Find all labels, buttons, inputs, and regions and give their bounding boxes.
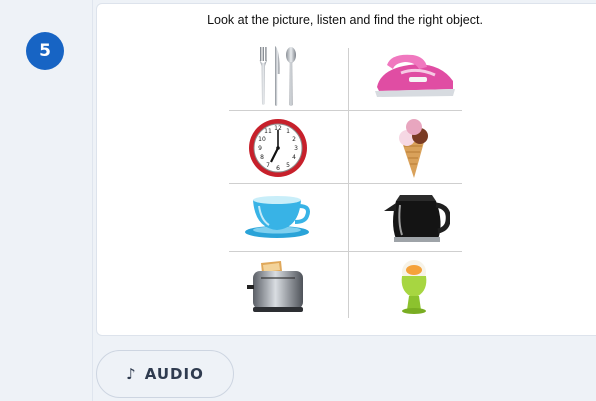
audio-button-label: AUDIO <box>144 365 204 383</box>
object-cutlery[interactable] <box>223 44 333 108</box>
boiled-egg-icon <box>401 260 427 314</box>
audio-button[interactable]: ♪ AUDIO <box>96 350 234 398</box>
instruction-text: Look at the picture, listen and find the… <box>207 13 483 27</box>
object-clock[interactable]: 12 1 2 345 678 9 10 11 <box>223 116 333 180</box>
grid-divider-row-1 <box>229 110 462 111</box>
toaster-icon <box>247 261 303 312</box>
svg-text:2: 2 <box>292 136 296 143</box>
object-boiled-egg[interactable] <box>359 254 469 318</box>
svg-text:9: 9 <box>258 145 262 152</box>
cutlery-icon <box>259 46 296 106</box>
svg-text:1: 1 <box>286 128 290 135</box>
music-note-icon: ♪ <box>126 365 137 383</box>
teacup-icon <box>245 196 310 238</box>
svg-text:4: 4 <box>292 154 296 161</box>
object-teacup[interactable] <box>223 185 333 249</box>
question-rail: 5 <box>0 0 93 401</box>
question-number-badge: 5 <box>26 32 64 70</box>
svg-text:8: 8 <box>260 154 264 161</box>
svg-text:7: 7 <box>266 162 270 169</box>
object-toaster[interactable] <box>223 254 333 318</box>
question-card: Look at the picture, listen and find the… <box>96 3 596 336</box>
clock-icon: 12 12 345 678 91011 <box>249 119 307 177</box>
svg-text:11: 11 <box>264 128 272 135</box>
svg-text:5: 5 <box>286 162 290 169</box>
svg-text:3: 3 <box>294 145 298 152</box>
coffee-pot-icon <box>384 195 450 242</box>
svg-text:10: 10 <box>258 136 266 143</box>
object-coffee-pot[interactable] <box>359 185 469 249</box>
object-iron[interactable] <box>359 44 469 108</box>
ice-cream-icon <box>399 119 428 178</box>
grid-divider-row-2 <box>229 183 462 184</box>
svg-text:6: 6 <box>276 165 280 172</box>
object-ice-cream[interactable] <box>359 116 469 180</box>
iron-icon <box>375 54 455 97</box>
grid-divider-row-3 <box>229 251 462 252</box>
